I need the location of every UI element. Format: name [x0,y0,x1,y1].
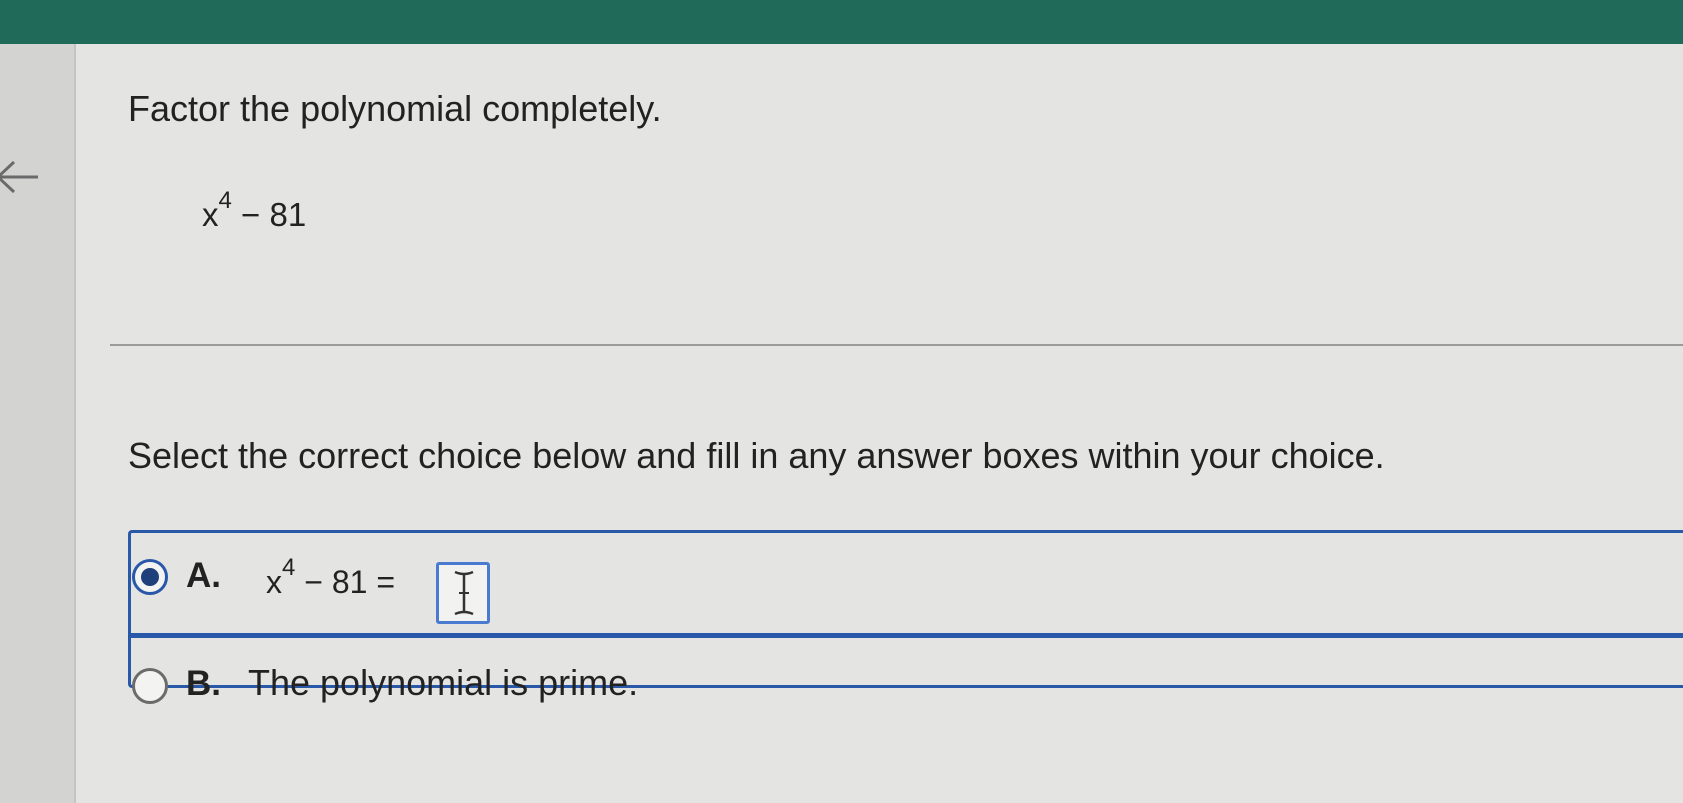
choice-a-expression: x4 − 81 = [266,556,395,601]
choice-a-radio[interactable] [132,559,168,595]
poly-base: x [202,196,219,233]
choice-a-base: x [266,564,282,600]
choice-b-letter: B. [186,664,221,703]
left-rail [0,44,76,803]
choice-b-radio[interactable] [132,668,168,704]
choice-a-rest: − 81 = [295,564,395,600]
choice-a-answer-input[interactable] [436,562,490,624]
instruction-text: Select the correct choice below and fill… [128,435,1385,476]
choice-b-text[interactable]: The polynomial is prime. [248,662,638,704]
question-panel: Factor the polynomial completely. x4 − 8… [76,44,1683,803]
polynomial-expression: x4 − 81 [202,189,307,234]
top-header-bar [0,0,1683,44]
text-cursor-icon [454,570,474,616]
poly-rest: − 81 [231,196,307,233]
back-arrow-icon[interactable] [0,152,44,202]
choice-a-exponent: 4 [282,554,296,582]
question-title: Factor the polynomial completely. [128,88,662,129]
choice-a-letter: A. [186,556,221,595]
section-divider [110,344,1683,346]
poly-exponent: 4 [218,187,232,214]
